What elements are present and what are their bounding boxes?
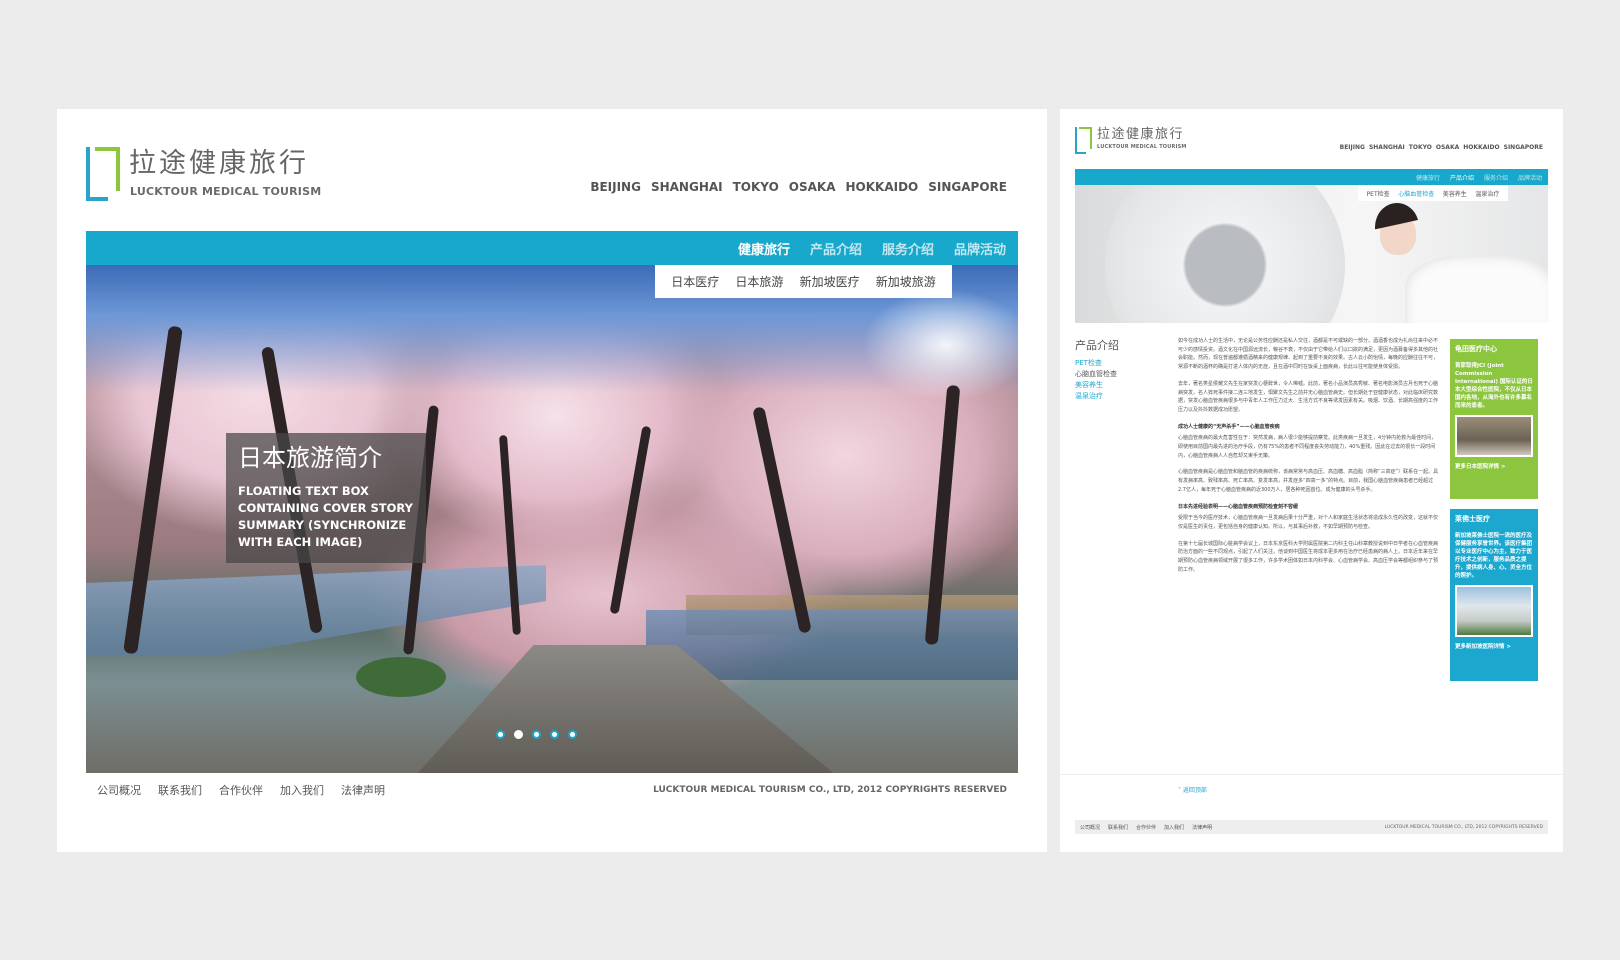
main-nav: 健康旅行 产品介绍 服务介绍 品牌活动 — [86, 231, 1018, 265]
nav-item-health-travel[interactable]: 健康旅行 — [1416, 173, 1440, 182]
promo-image — [1455, 585, 1533, 637]
footer-link-legal[interactable]: 法律声明 — [341, 782, 385, 798]
nav-item-health-travel[interactable]: 健康旅行 — [738, 239, 790, 258]
city-link-beijing[interactable]: BEIJING — [1340, 144, 1365, 151]
footer-link-contact[interactable]: 联系我们 — [158, 782, 202, 798]
article-paragraph: 如今在成功人士的生活中，无论是公务性应酬还是私人交往，酒都是不可或缺的一部分。酒… — [1178, 338, 1439, 371]
slide-dot-4[interactable] — [550, 730, 559, 739]
promo-link[interactable]: 更多日本医院详情 > — [1455, 462, 1533, 470]
article-heading: 成功人士健康的“无声杀手”——心脑血管疾病 — [1178, 423, 1280, 430]
footer-links: 公司概况 联系我们 合作伙伴 加入我们 法律声明 — [1080, 824, 1212, 831]
city-link-osaka[interactable]: OSAKA — [789, 180, 836, 194]
site-logo-small[interactable]: 拉途健康旅行 LUCKTOUR MEDICAL TOURISM — [1075, 127, 1190, 155]
article-body: 如今在成功人士的生活中，无论是公务性应酬还是私人交往，酒都是不可或缺的一部分。酒… — [1178, 337, 1440, 777]
city-link-hokkaido[interactable]: HOKKAIDO — [1463, 144, 1499, 151]
footer-link-legal[interactable]: 法律声明 — [1192, 824, 1212, 831]
submenu-item-cardio[interactable]: 心脑血管检查 — [1398, 189, 1434, 198]
promo-link[interactable]: 更多新加坡医院详情 > — [1455, 642, 1533, 650]
submenu-item-singapore-medical[interactable]: 新加坡医疗 — [800, 273, 860, 290]
submenu-item-hotspring[interactable]: 温泉治疗 — [1475, 189, 1499, 198]
submenu-item-japan-medical[interactable]: 日本医疗 — [671, 273, 719, 290]
hero-submenu: 日本医疗 日本旅游 新加坡医疗 新加坡旅游 — [655, 265, 952, 298]
side-nav-pet[interactable]: PET检查 — [1075, 359, 1117, 368]
nav-item-products[interactable]: 产品介绍 — [810, 239, 862, 258]
footer-copyright: LUCKTOUR MEDICAL TOURISM CO., LTD, 2012 … — [653, 785, 1007, 795]
logo-name-en: LUCKTOUR MEDICAL TOURISM — [130, 185, 322, 198]
nav-item-brand-events[interactable]: 品牌活动 — [954, 239, 1006, 258]
product-hero-image: PET检查 心脑血管检查 美容养生 温泉治疗 — [1075, 185, 1548, 323]
city-link-hokkaido[interactable]: HOKKAIDO — [846, 180, 919, 194]
submenu-item-singapore-travel[interactable]: 新加坡旅游 — [876, 273, 936, 290]
article-heading: 日本先进经验表明——心脑血管疾病预防检查刻不容缓 — [1178, 503, 1299, 510]
product-page-mockup: 拉途健康旅行 LUCKTOUR MEDICAL TOURISM BEIJING … — [1060, 109, 1563, 852]
promo-box-raffles: 莱佛士医疗 新加坡莱佛士医院一流的医疗及保健服务享誉世界。该医疗集团以专业医疗中… — [1450, 509, 1538, 681]
promo-title: 莱佛士医疗 — [1455, 515, 1490, 523]
footer-link-partners[interactable]: 合作伙伴 — [1136, 824, 1156, 831]
side-title: 产品介绍 — [1075, 339, 1119, 352]
promo-image — [1455, 415, 1533, 457]
city-link-tokyo[interactable]: TOKYO — [1409, 144, 1432, 151]
footer: 公司概况 联系我们 合作伙伴 加入我们 法律声明 LUCKTOUR MEDICA… — [97, 780, 1007, 800]
side-nav-cardio[interactable]: 心脑血管检查 — [1075, 370, 1117, 379]
promo-title: 龟田医疗中心 — [1455, 345, 1497, 353]
nav-item-brand-events[interactable]: 品牌活动 — [1518, 173, 1542, 182]
slide-dot-1[interactable] — [496, 730, 505, 739]
caption-body: FLOATING TEXT BOX CONTAINING COVER STORY… — [238, 484, 413, 549]
city-link-beijing[interactable]: BEIJING — [590, 180, 641, 194]
footer-copyright: LUCKTOUR MEDICAL TOURISM CO., LTD, 2012 … — [1384, 824, 1543, 830]
footer-link-join[interactable]: 加入我们 — [280, 782, 324, 798]
city-links-small: BEIJING SHANGHAI TOKYO OSAKA HOKKAIDO SI… — [1340, 144, 1543, 151]
footer-link-partners[interactable]: 合作伙伴 — [219, 782, 263, 798]
floating-caption-box[interactable]: 日本旅游简介 FLOATING TEXT BOX CONTAINING COVE… — [226, 433, 426, 563]
back-to-top-link[interactable]: ˄ 返回顶部 — [1178, 785, 1207, 794]
nav-item-products[interactable]: 产品介绍 — [1450, 173, 1474, 182]
city-link-osaka[interactable]: OSAKA — [1436, 144, 1459, 151]
logo-name-zh: 拉途健康旅行 — [129, 148, 309, 179]
article-paragraph: 心脑血管疾病是心脑血管和脑血管的疾病统称，该病常常与高血压、高血糖、高血脂（简称… — [1178, 469, 1439, 493]
footer-small: 公司概况 联系我们 合作伙伴 加入我们 法律声明 LUCKTOUR MEDICA… — [1075, 820, 1548, 834]
footer-link-join[interactable]: 加入我们 — [1164, 824, 1184, 831]
promo-body: 新加坡莱佛士医院一流的医疗及保健服务享誉世界。该医疗集团以专业医疗中心为主，致力… — [1455, 533, 1533, 579]
article-paragraph: 心脑血管疾病的最大危害性在于：突然发病，病人很少能够提前察觉。此类疾病一旦发生，… — [1178, 435, 1437, 459]
article-paragraph: 在第十七届长城国际心脏病学会议上，日本东京医科大学附属医院第二内科主任山科章教授… — [1178, 540, 1439, 573]
article-paragraph: 受限于当今的医疗技术，心脑血管疾病一旦发病后果十分严重，对个人和家庭生活状态将造… — [1178, 515, 1439, 530]
side-nav: PET检查 心脑血管检查 美容养生 温泉治疗 — [1075, 359, 1117, 401]
slide-dot-2[interactable] — [514, 730, 523, 739]
side-nav-hotspring[interactable]: 温泉治疗 — [1075, 392, 1117, 401]
city-link-singapore[interactable]: SINGAPORE — [928, 180, 1007, 194]
footer-link-contact[interactable]: 联系我们 — [1108, 824, 1128, 831]
caption-title: 日本旅游简介 — [238, 444, 382, 472]
city-link-shanghai[interactable]: SHANGHAI — [1369, 144, 1405, 151]
city-link-singapore[interactable]: SINGAPORE — [1504, 144, 1543, 151]
submenu-item-beauty[interactable]: 美容养生 — [1443, 189, 1467, 198]
product-submenu: PET检查 心脑血管检查 美容养生 温泉治疗 — [1358, 185, 1508, 201]
logo-name-zh: 拉途健康旅行 — [1097, 127, 1185, 142]
slide-dots — [496, 730, 577, 739]
promo-body: 首家取得JCI (Joint Commission International)… — [1455, 363, 1533, 409]
article-paragraph: 去年，著名笑星侯耀文先生在家突发心梗辞世，令人唏嘘。此前，著名小品演员高秀敏、著… — [1178, 380, 1439, 413]
logo-mark-icon — [1075, 127, 1092, 154]
side-nav-beauty[interactable]: 美容养生 — [1075, 381, 1117, 390]
slide-dot-5[interactable] — [568, 730, 577, 739]
nav-item-services[interactable]: 服务介绍 — [882, 239, 934, 258]
logo-mark-icon — [86, 147, 120, 201]
city-links: BEIJING SHANGHAI TOKYO OSAKA HOKKAIDO SI… — [590, 180, 1007, 194]
slide-dot-3[interactable] — [532, 730, 541, 739]
promo-box-kameda: 龟田医疗中心 首家取得JCI (Joint Commission Interna… — [1450, 339, 1538, 499]
home-page-mockup: 拉途健康旅行 LUCKTOUR MEDICAL TOURISM BEIJING … — [57, 109, 1047, 852]
nav-item-services[interactable]: 服务介绍 — [1484, 173, 1508, 182]
logo-name-en: LUCKTOUR MEDICAL TOURISM — [1097, 144, 1187, 150]
site-logo[interactable]: 拉途健康旅行 LUCKTOUR MEDICAL TOURISM — [86, 147, 321, 205]
hero-slideshow[interactable]: 日本医疗 日本旅游 新加坡医疗 新加坡旅游 日本旅游简介 FLOATING TE… — [86, 265, 1018, 773]
footer-link-about[interactable]: 公司概况 — [97, 782, 141, 798]
submenu-item-pet[interactable]: PET检查 — [1367, 189, 1390, 198]
city-link-shanghai[interactable]: SHANGHAI — [651, 180, 723, 194]
main-nav-small: 健康旅行 产品介绍 服务介绍 品牌活动 — [1075, 169, 1548, 185]
city-link-tokyo[interactable]: TOKYO — [733, 180, 779, 194]
footer-links: 公司概况 联系我们 合作伙伴 加入我们 法律声明 — [97, 782, 385, 798]
footer-link-about[interactable]: 公司概况 — [1080, 824, 1100, 831]
submenu-item-japan-travel[interactable]: 日本旅游 — [735, 273, 783, 290]
